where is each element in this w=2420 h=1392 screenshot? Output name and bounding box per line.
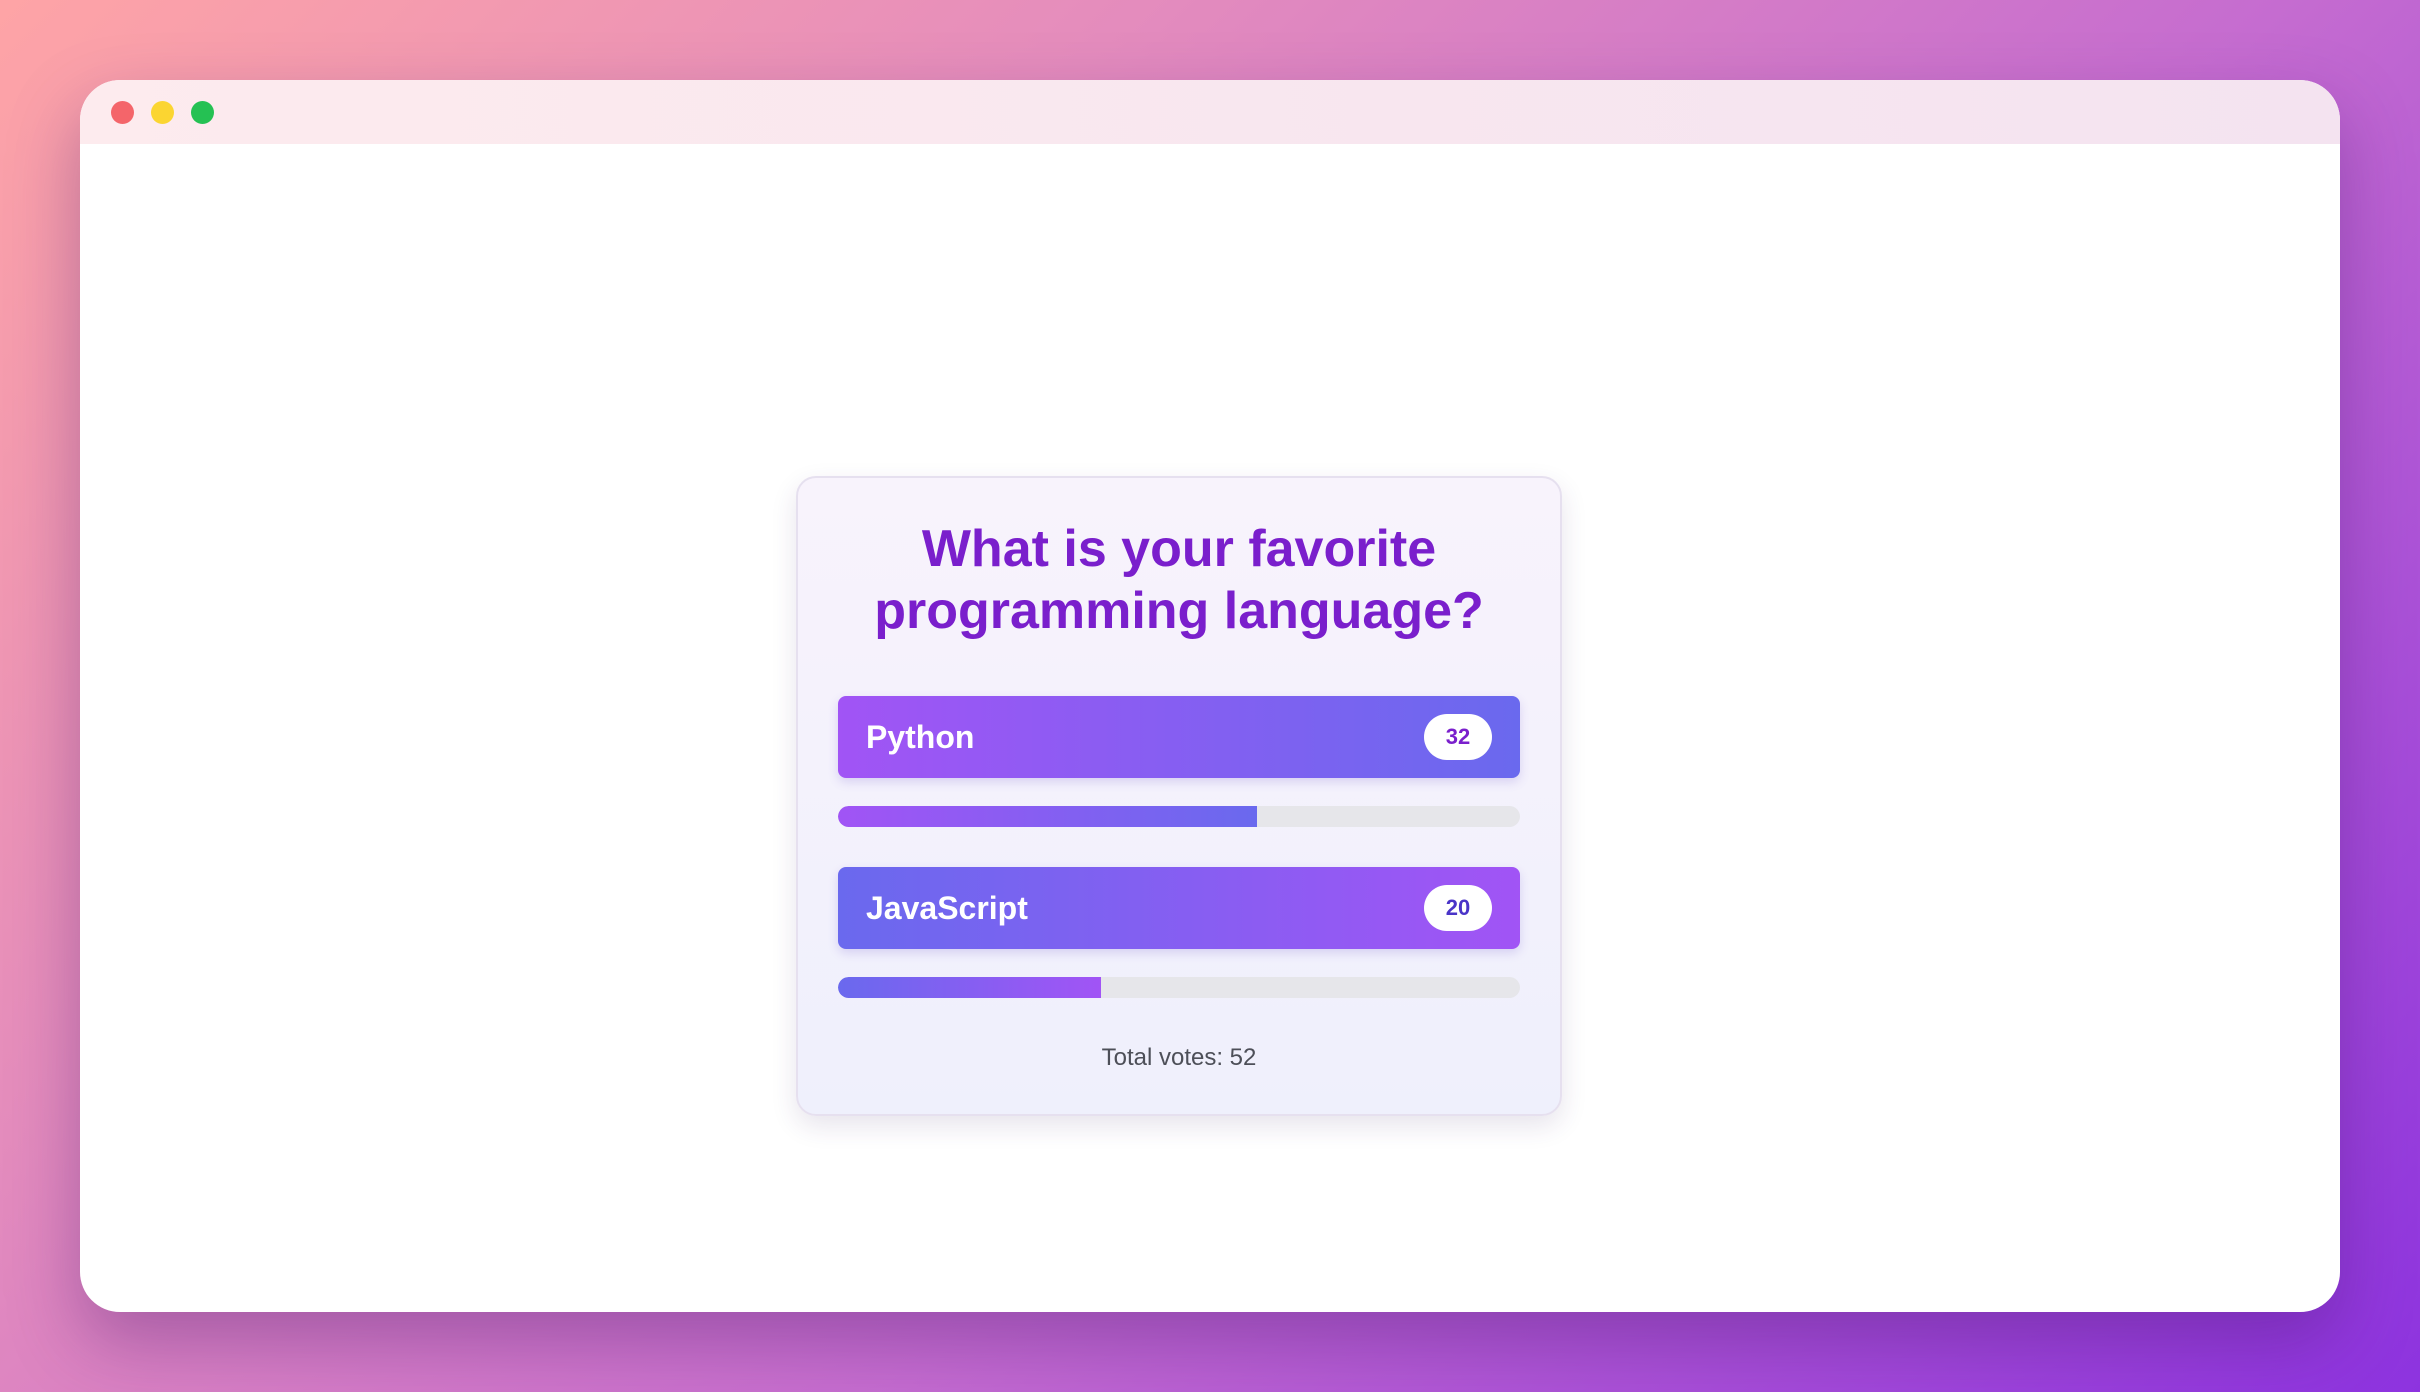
poll-card: What is your favorite programming langua…: [796, 476, 1562, 1116]
option-label-javascript: JavaScript: [866, 889, 1028, 926]
progress-fill-python: [838, 806, 1258, 827]
vote-count-badge-javascript: 20: [1424, 885, 1492, 931]
browser-window: What is your favorite programming langua…: [80, 80, 2340, 1312]
progress-fill-javascript: [838, 977, 1101, 998]
progress-track-javascript: [838, 977, 1520, 998]
page-content: What is your favorite programming langua…: [80, 144, 2340, 1312]
poll-option-python[interactable]: Python 32: [838, 696, 1520, 778]
close-window-button[interactable]: [111, 100, 134, 124]
total-votes-text: Total votes: 52: [1101, 1044, 1257, 1071]
window-titlebar: [80, 80, 2340, 144]
poll-option-javascript[interactable]: JavaScript 20: [838, 867, 1520, 949]
vote-count-badge-python: 32: [1424, 714, 1492, 760]
poll-question: What is your favorite programming langua…: [874, 520, 1484, 640]
minimize-window-button[interactable]: [151, 100, 174, 124]
maximize-window-button[interactable]: [191, 100, 214, 124]
progress-track-python: [838, 806, 1520, 827]
option-label-python: Python: [866, 718, 975, 755]
